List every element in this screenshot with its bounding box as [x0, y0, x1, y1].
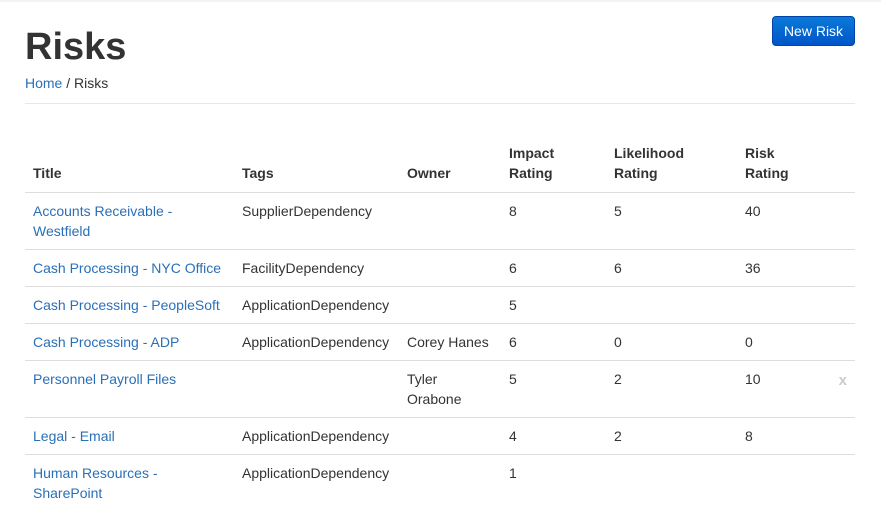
- cell-risk: 10: [737, 360, 827, 418]
- cell-owner: Corey Hanes: [399, 323, 501, 361]
- column-header-title: Title: [25, 135, 234, 193]
- cell-owner: [399, 417, 501, 455]
- breadcrumb-home-link[interactable]: Home: [25, 75, 62, 91]
- risk-title-link[interactable]: Cash Processing - PeopleSoft: [33, 297, 220, 313]
- cell-likelihood: 2: [606, 360, 737, 418]
- cell-likelihood: 6: [606, 249, 737, 287]
- cell-tags: FacilityDependency: [234, 249, 399, 287]
- page-title: Risks: [25, 26, 127, 68]
- cell-owner: Tyler Orabone: [399, 360, 501, 418]
- column-header-impact: Impact Rating: [501, 135, 606, 193]
- table-row: Human Resources - SharePoint Application…: [25, 454, 855, 511]
- cell-impact: 6: [501, 249, 606, 287]
- cell-title: Cash Processing - ADP: [25, 323, 234, 361]
- cell-actions: [827, 454, 855, 511]
- cell-tags: ApplicationDependency: [234, 454, 399, 511]
- cell-actions: [827, 323, 855, 361]
- cell-impact: 6: [501, 323, 606, 361]
- cell-likelihood: 0: [606, 323, 737, 361]
- cell-title: Cash Processing - PeopleSoft: [25, 286, 234, 324]
- column-header-tags: Tags: [234, 135, 399, 193]
- cell-tags: SupplierDependency: [234, 192, 399, 250]
- column-header-risk: Risk Rating: [737, 135, 827, 193]
- breadcrumb-current: Risks: [74, 75, 109, 91]
- cell-title: Human Resources - SharePoint: [25, 454, 234, 511]
- cell-risk: 36: [737, 249, 827, 287]
- cell-tags: ApplicationDependency: [234, 286, 399, 324]
- cell-actions: [827, 417, 855, 455]
- table-row: Cash Processing - PeopleSoft Application…: [25, 286, 855, 324]
- cell-risk: 40: [737, 192, 827, 250]
- breadcrumb: Home / Risks: [25, 75, 108, 92]
- top-bar: [0, 0, 881, 2]
- cell-likelihood: [606, 454, 737, 511]
- cell-tags: [234, 360, 399, 418]
- cell-impact: 5: [501, 286, 606, 324]
- cell-title: Personnel Payroll Files: [25, 360, 234, 418]
- cell-owner: [399, 286, 501, 324]
- table-row: Cash Processing - ADP ApplicationDepende…: [25, 323, 855, 361]
- column-header-actions: [827, 135, 855, 193]
- cell-title: Cash Processing - NYC Office: [25, 249, 234, 287]
- risk-title-link[interactable]: Accounts Receivable - Westfield: [33, 203, 172, 239]
- cell-impact: 5: [501, 360, 606, 418]
- cell-likelihood: 5: [606, 192, 737, 250]
- cell-actions: [827, 249, 855, 287]
- cell-tags: ApplicationDependency: [234, 417, 399, 455]
- cell-risk: [737, 286, 827, 324]
- column-header-owner: Owner: [399, 135, 501, 193]
- table-header-row: Title Tags Owner Impact Rating Likelihoo…: [25, 135, 855, 193]
- cell-actions: [827, 286, 855, 324]
- risks-table: Title Tags Owner Impact Rating Likelihoo…: [25, 135, 855, 511]
- cell-impact: 1: [501, 454, 606, 511]
- cell-risk: [737, 454, 827, 511]
- risk-title-link[interactable]: Cash Processing - ADP: [33, 334, 179, 350]
- risk-title-link[interactable]: Human Resources - SharePoint: [33, 465, 158, 501]
- table-row: Legal - Email ApplicationDependency 4 2 …: [25, 417, 855, 455]
- new-risk-button[interactable]: New Risk: [772, 16, 855, 46]
- delete-icon[interactable]: x: [835, 371, 847, 391]
- header-divider: [25, 103, 855, 104]
- table-row: Accounts Receivable - Westfield Supplier…: [25, 192, 855, 250]
- table-row: Personnel Payroll Files Tyler Orabone 5 …: [25, 360, 855, 418]
- risk-title-link[interactable]: Cash Processing - NYC Office: [33, 260, 221, 276]
- risk-title-link[interactable]: Personnel Payroll Files: [33, 371, 176, 387]
- cell-risk: 0: [737, 323, 827, 361]
- cell-risk: 8: [737, 417, 827, 455]
- table-row: Cash Processing - NYC Office FacilityDep…: [25, 249, 855, 287]
- cell-owner: [399, 454, 501, 511]
- column-header-likelihood: Likelihood Rating: [606, 135, 737, 193]
- cell-tags: ApplicationDependency: [234, 323, 399, 361]
- cell-title: Accounts Receivable - Westfield: [25, 192, 234, 250]
- cell-impact: 4: [501, 417, 606, 455]
- cell-impact: 8: [501, 192, 606, 250]
- breadcrumb-separator: /: [66, 75, 71, 91]
- risk-title-link[interactable]: Legal - Email: [33, 428, 115, 444]
- cell-owner: [399, 192, 501, 250]
- cell-likelihood: 2: [606, 417, 737, 455]
- cell-likelihood: [606, 286, 737, 324]
- cell-title: Legal - Email: [25, 417, 234, 455]
- cell-actions: [827, 192, 855, 250]
- cell-owner: [399, 249, 501, 287]
- cell-actions: x: [827, 360, 855, 418]
